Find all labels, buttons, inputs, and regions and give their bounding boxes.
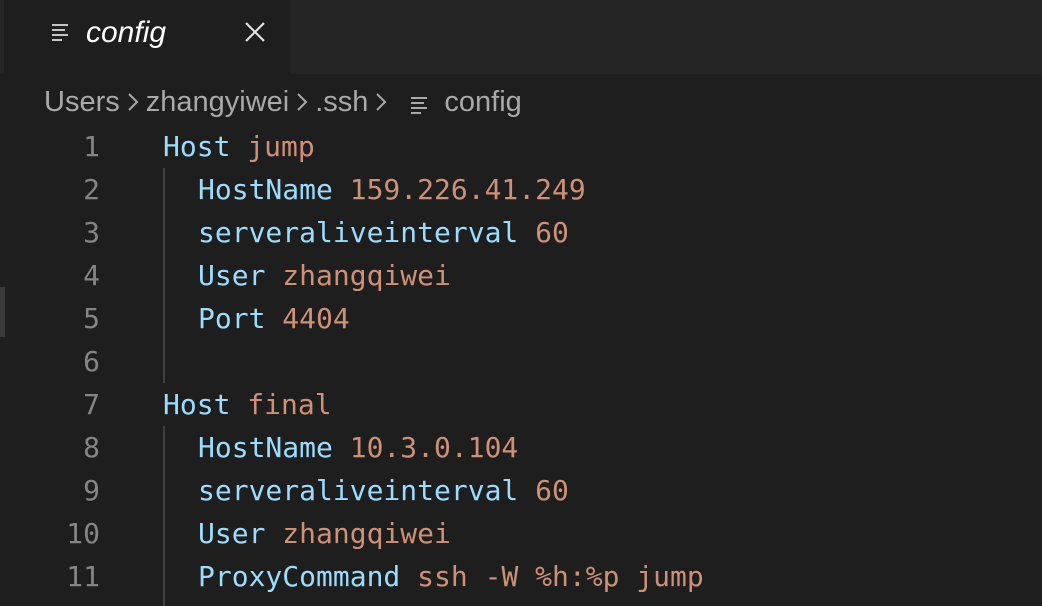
line-number: 6: [83, 345, 100, 378]
indent-guide: [163, 426, 165, 606]
code-line[interactable]: 3 serveraliveinterval 60: [0, 211, 1042, 254]
code-line[interactable]: 5 Port 4404: [0, 297, 1042, 340]
code-line[interactable]: 7 Host final: [0, 383, 1042, 426]
code-line[interactable]: 11 ProxyCommand ssh -W %h:%p jump: [0, 555, 1042, 598]
code-line[interactable]: 10 User zhangqiwei: [0, 512, 1042, 555]
breadcrumb-item-config[interactable]: config: [444, 86, 521, 119]
chevron-right-icon: [120, 84, 146, 120]
chevron-right-icon: [368, 84, 394, 120]
line-number: 3: [83, 216, 100, 249]
code-line[interactable]: 4 User zhangqiwei: [0, 254, 1042, 297]
config-key: ProxyCommand: [198, 560, 401, 593]
code-content: Host jump: [163, 125, 315, 168]
code-content: HostName 159.226.41.249: [198, 168, 586, 211]
code-line[interactable]: 8 HostName 10.3.0.104: [0, 426, 1042, 469]
breadcrumb-item-users[interactable]: Users: [44, 86, 120, 119]
code-content: User zhangqiwei: [198, 254, 451, 297]
line-number: 9: [83, 474, 100, 507]
code-editor[interactable]: 1 Host jump 2 HostName 159.226.41.249 3 serve…: [0, 125, 1042, 606]
config-value: zhangqiwei: [282, 517, 451, 550]
breadcrumb-item-zhangyiwei[interactable]: zhangyiwei: [146, 86, 289, 119]
code-content: serveraliveinterval 60: [198, 469, 569, 512]
config-key: Host: [163, 130, 231, 163]
indent-guide: [163, 168, 165, 383]
code-line[interactable]: 2 HostName 159.226.41.249: [0, 168, 1042, 211]
line-number: 2: [83, 173, 100, 206]
chevron-right-icon: [289, 84, 315, 120]
config-value: ssh -W %h:%p jump: [417, 560, 704, 593]
close-icon[interactable]: [241, 18, 269, 46]
config-key: serveraliveinterval: [198, 216, 519, 249]
lines-file-icon: [49, 21, 71, 43]
config-key: Host: [163, 388, 231, 421]
config-value: zhangqiwei: [282, 259, 451, 292]
lines-file-icon: [408, 91, 430, 114]
line-number: 4: [83, 259, 100, 292]
config-value: 60: [535, 216, 569, 249]
config-key: HostName: [198, 431, 333, 464]
code-content: HostName 10.3.0.104: [198, 426, 518, 469]
code-line[interactable]: 9 serveraliveinterval 60: [0, 469, 1042, 512]
tab-bar: config: [0, 0, 1042, 74]
line-number: 8: [83, 431, 100, 464]
config-key: HostName: [198, 173, 333, 206]
tab-config[interactable]: config: [4, 0, 290, 74]
breadcrumb-item-ssh[interactable]: .ssh: [315, 86, 368, 119]
tab-label: config: [86, 16, 167, 49]
breadcrumb: Users zhangyiwei .ssh config: [44, 84, 522, 120]
config-value: final: [247, 388, 332, 421]
code-content: User zhangqiwei: [198, 512, 451, 555]
config-value: 60: [535, 474, 569, 507]
line-number: 10: [66, 517, 100, 550]
code-content: ProxyCommand ssh -W %h:%p jump: [198, 555, 704, 598]
code-content: Host final: [163, 383, 332, 426]
config-value: 4404: [282, 302, 350, 335]
line-number: 5: [83, 302, 100, 335]
line-number: 11: [66, 560, 100, 593]
config-value: jump: [247, 130, 315, 163]
config-key: User: [198, 517, 266, 550]
config-key: serveraliveinterval: [198, 474, 519, 507]
code-line[interactable]: 1 Host jump: [0, 125, 1042, 168]
config-key: User: [198, 259, 266, 292]
code-content: serveraliveinterval 60: [198, 211, 569, 254]
code-line[interactable]: 6: [0, 340, 1042, 383]
line-number: 7: [83, 388, 100, 421]
code-content: Port 4404: [198, 297, 350, 340]
line-number: 1: [83, 130, 100, 163]
config-value: 159.226.41.249: [349, 173, 586, 206]
config-value: 10.3.0.104: [349, 431, 519, 464]
config-key: Port: [198, 302, 266, 335]
